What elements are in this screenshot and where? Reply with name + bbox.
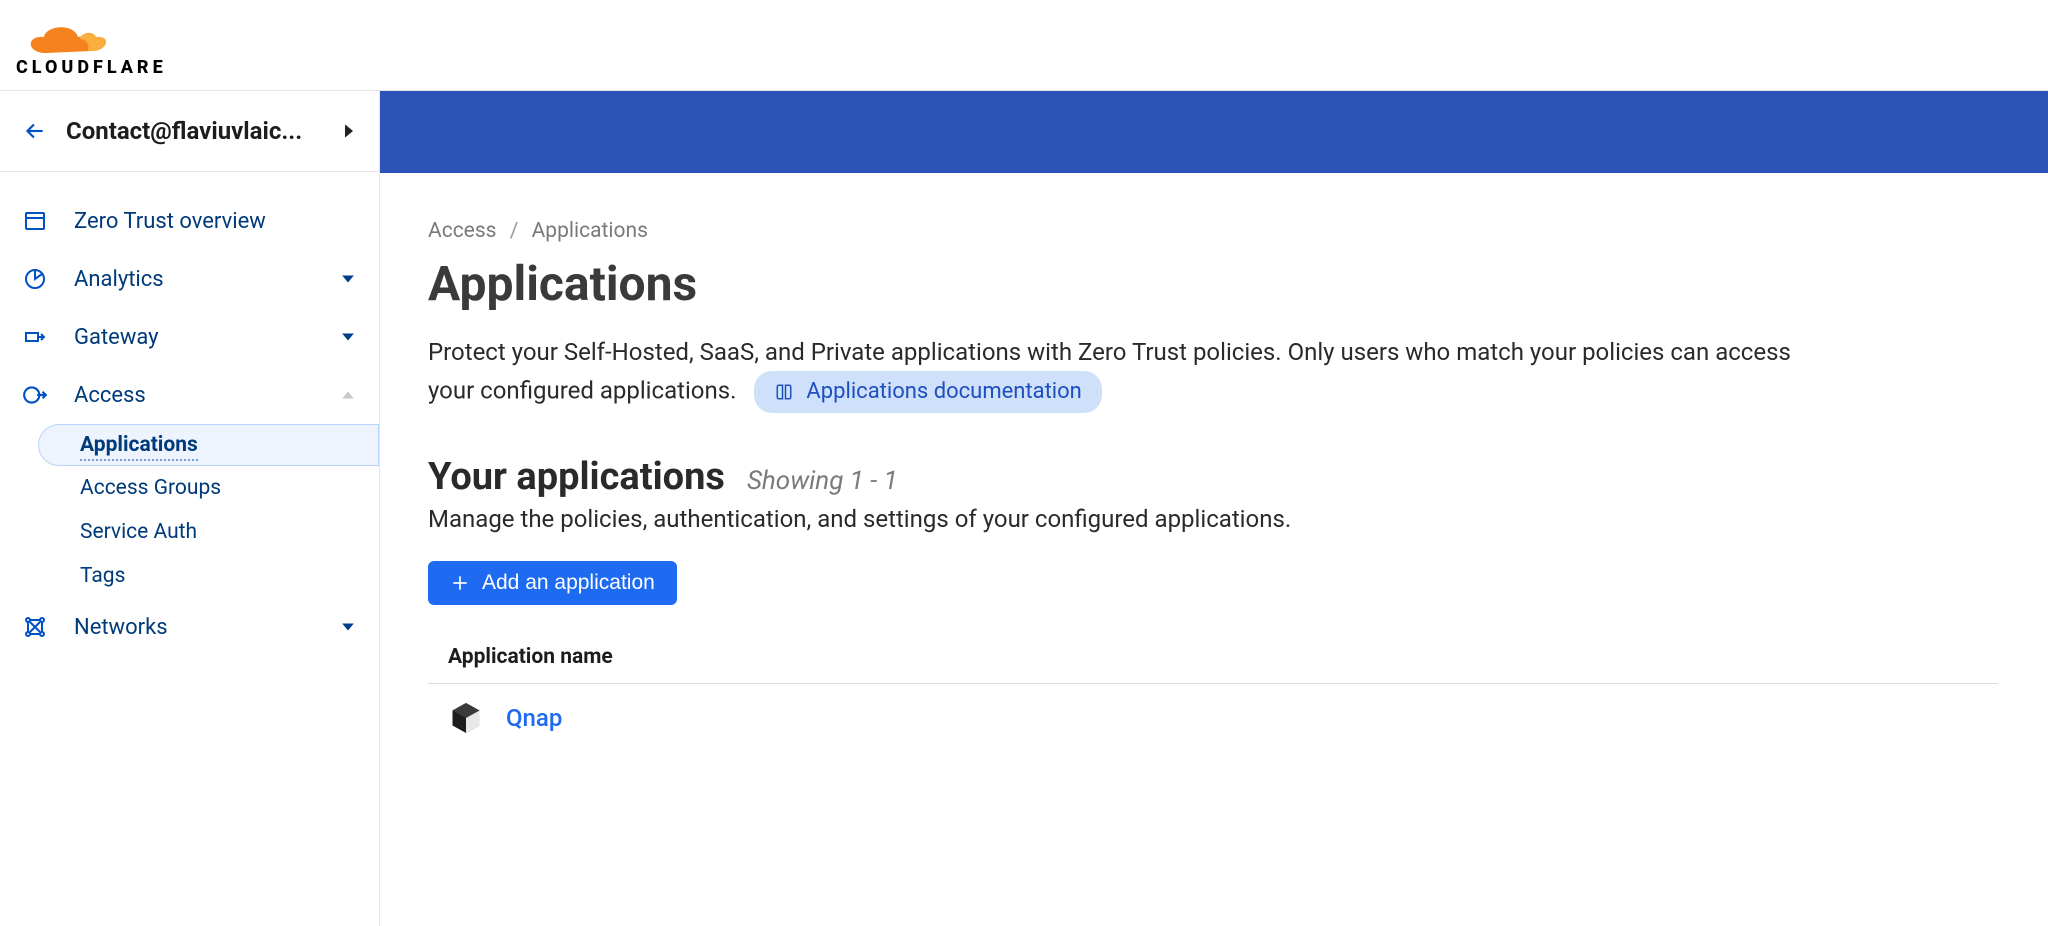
add-application-button[interactable]: Add an application [428,561,677,605]
subnav-item-label: Applications [80,433,198,461]
sidebar-item-label: Gateway [74,325,315,350]
caret-right-icon [343,123,355,139]
breadcrumb: Access / Applications [428,219,1998,243]
sidebar-item-label: Analytics [74,267,315,292]
cloudflare-cloud-icon [16,21,136,61]
section-description: Manage the policies, authentication, and… [428,505,1998,533]
application-link[interactable]: Qnap [506,704,562,732]
subnav-tags[interactable]: Tags [80,554,379,598]
browser-window-icon [22,208,48,234]
account-name: Contact@flaviuvlaic... [66,117,325,145]
applications-table: Application name Qnap [428,645,1998,736]
sidebar-item-networks[interactable]: Networks [0,598,379,656]
caret-down-icon [341,274,355,284]
add-button-label: Add an application [482,571,655,595]
sidebar-item-label: Access [74,383,315,408]
sidebar-item-access[interactable]: Access [0,366,379,424]
main-content: Access / Applications Applications Prote… [380,91,2048,926]
sidebar: Contact@flaviuvlaic... Zero Trust overvi… [0,91,380,926]
sidebar-nav: Zero Trust overview Analytics [0,172,379,656]
app-cube-icon [448,700,484,736]
breadcrumb-separator: / [510,219,519,243]
caret-down-icon [341,622,355,632]
account-selector[interactable]: Contact@flaviuvlaic... [0,91,379,172]
sidebar-item-label: Zero Trust overview [74,209,355,234]
brand-logo[interactable]: CLOUDFLARE [16,13,167,78]
documentation-link-label: Applications documentation [806,375,1081,409]
page-title: Applications [428,255,1998,312]
subnav-service-auth[interactable]: Service Auth [80,510,379,554]
section-title: Your applications [428,455,725,499]
plus-icon [450,573,470,593]
access-icon [22,382,48,408]
subnav-applications[interactable]: Applications [80,423,198,467]
caret-up-icon [341,390,355,400]
pie-chart-icon [22,266,48,292]
book-icon [774,383,794,401]
subnav-access-groups[interactable]: Access Groups [80,466,379,510]
caret-down-icon [341,332,355,342]
table-header-name[interactable]: Application name [428,645,1998,684]
breadcrumb-current: Applications [532,219,648,243]
page-description-text: Protect your Self-Hosted, SaaS, and Priv… [428,338,1791,405]
sidebar-item-gateway[interactable]: Gateway [0,308,379,366]
section-count: Showing 1 - 1 [747,466,898,496]
sidebar-item-zero-trust-overview[interactable]: Zero Trust overview [0,192,379,250]
table-row[interactable]: Qnap [428,684,1998,736]
page-description: Protect your Self-Hosted, SaaS, and Priv… [428,334,1828,413]
network-icon [22,614,48,640]
hero-banner [380,91,2048,173]
documentation-link[interactable]: Applications documentation [754,371,1101,413]
back-arrow-icon [22,118,48,144]
breadcrumb-parent[interactable]: Access [428,219,497,243]
gateway-icon [22,324,48,350]
brand-name: CLOUDFLARE [16,57,167,78]
sidebar-item-analytics[interactable]: Analytics [0,250,379,308]
top-header: CLOUDFLARE [0,0,2048,91]
sidebar-item-label: Networks [74,615,315,640]
